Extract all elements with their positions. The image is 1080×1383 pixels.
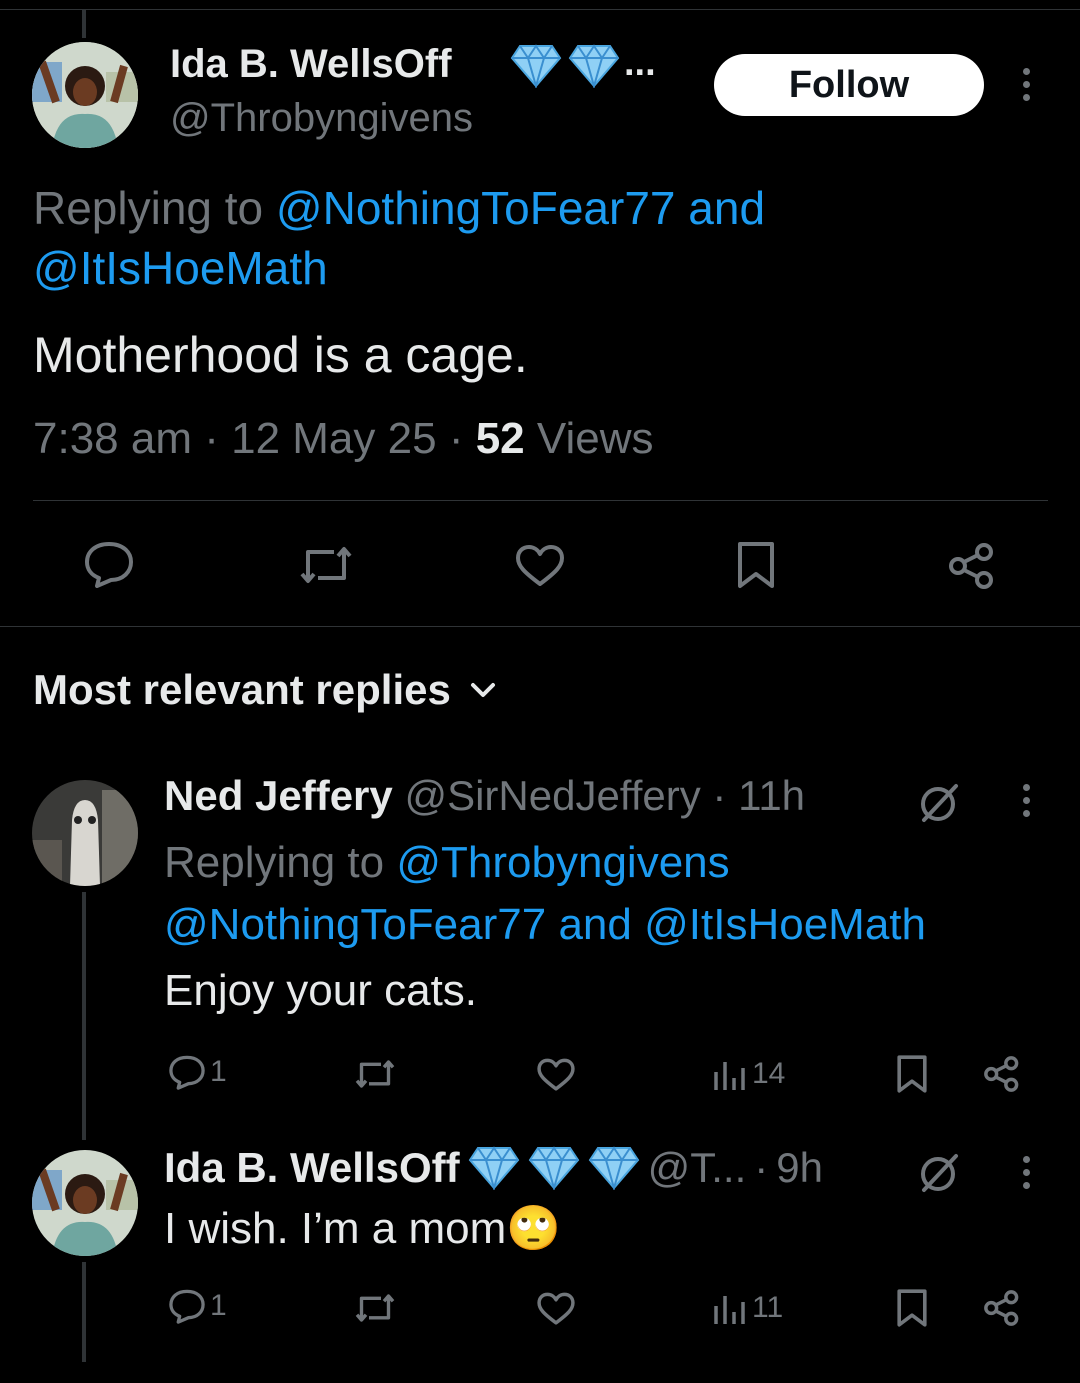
repost-button[interactable] (354, 1058, 396, 1090)
reply-text: Enjoy your cats. (164, 966, 478, 1015)
eye-roll-emoji: 🙄 (506, 1204, 562, 1253)
author-name[interactable]: Ida B. WellsOff (164, 1144, 460, 1192)
like-icon (537, 1292, 575, 1325)
repost-icon (355, 1060, 395, 1088)
replying-prefix: Replying to (33, 182, 264, 234)
avatar-image (32, 780, 138, 886)
like-icon (537, 1058, 575, 1091)
verified-diamond-icon (588, 1146, 639, 1190)
share-icon (984, 1056, 1019, 1092)
repost-icon (355, 1294, 395, 1322)
author-handle[interactable]: @Throbyngivens (170, 96, 473, 141)
section-divider (0, 626, 1080, 627)
share-icon (984, 1290, 1019, 1326)
grok-icon (921, 1154, 958, 1192)
reply-header: Ida B. WellsOff @T... · 9h (164, 1144, 823, 1192)
verified-diamond-icon (528, 1146, 579, 1190)
grok-icon (921, 784, 958, 822)
tweet-text: Motherhood is a cage. (33, 327, 528, 383)
replying-and: and (688, 182, 766, 234)
reply-icon (85, 542, 133, 588)
views-label: Views (536, 414, 654, 463)
grok-button[interactable] (916, 780, 962, 826)
views-button[interactable]: 11 (712, 1290, 783, 1326)
avatar[interactable] (32, 42, 138, 148)
reply-icon (169, 1289, 205, 1324)
replies-sort-label: Most relevant replies (33, 666, 451, 713)
reply-text: I wish. I’m a mom🙄 (164, 1204, 562, 1253)
repost-button[interactable] (298, 544, 354, 586)
more-icon[interactable] (1020, 784, 1032, 817)
replying-to: Replying to @NothingToFear77 and @ItIsHo… (33, 178, 1033, 298)
repost-button[interactable] (354, 1292, 396, 1324)
share-button[interactable] (946, 540, 998, 592)
action-divider (33, 500, 1048, 501)
like-icon (516, 545, 564, 586)
bookmark-icon (897, 1055, 927, 1093)
author-name[interactable]: Ned Jeffery (164, 772, 393, 819)
reply-count: 1 (210, 1289, 227, 1322)
replying-link[interactable]: @ItIsHoeMath (33, 242, 328, 294)
replying-and: and (558, 900, 632, 949)
replying-link[interactable]: @ItIsHoeMath (644, 900, 926, 949)
avatar[interactable] (32, 780, 138, 886)
views-icon (714, 1296, 745, 1324)
reply-icon (169, 1055, 205, 1090)
avatar[interactable] (32, 1150, 138, 1256)
share-button[interactable] (982, 1288, 1022, 1328)
thread-connector (82, 1262, 86, 1362)
replying-link[interactable]: @Throbyngivens (396, 838, 729, 887)
verified-badges (510, 44, 620, 88)
views-button[interactable]: 14 (712, 1056, 785, 1092)
follow-button[interactable]: Follow (714, 54, 984, 116)
author-handle[interactable]: @T... (648, 1144, 747, 1192)
thread-connector (82, 892, 86, 1140)
reply-button[interactable]: 1 (168, 1054, 227, 1090)
views-count: 11 (752, 1291, 784, 1324)
more-icon[interactable] (1020, 68, 1032, 101)
verified-diamond-icon (510, 44, 562, 88)
like-button[interactable] (536, 1058, 576, 1092)
tweet-time[interactable]: 7:38 am (33, 414, 192, 463)
views-icon (714, 1062, 745, 1090)
verified-diamond-icon (468, 1146, 519, 1190)
reply-time[interactable]: 11h (738, 772, 805, 819)
bookmark-button[interactable] (736, 540, 776, 590)
author-handle[interactable]: @SirNedJeffery (404, 772, 700, 819)
share-button[interactable] (982, 1054, 1022, 1094)
replying-link[interactable]: @NothingToFear77 (276, 182, 676, 234)
reply-time[interactable]: 9h (776, 1144, 823, 1192)
tweet-meta: 7:38 am · 12 May 25 · 52 Views (33, 414, 654, 463)
author-name[interactable]: Ida B. WellsOff (170, 40, 452, 88)
replying-link[interactable]: @NothingToFear77 (164, 900, 546, 949)
views-count: 14 (752, 1057, 786, 1090)
replying-prefix: Replying to (164, 838, 385, 887)
top-divider (0, 9, 1080, 10)
share-icon (949, 543, 993, 589)
reply-button[interactable] (83, 540, 135, 588)
avatar-image (32, 1150, 138, 1256)
more-icon[interactable] (1020, 1156, 1032, 1189)
reply-count: 1 (210, 1055, 227, 1088)
bookmark-button[interactable] (896, 1054, 928, 1094)
chevron-down-icon (470, 683, 495, 697)
thread-connector-top (82, 10, 86, 38)
bookmark-icon (897, 1289, 927, 1327)
name-truncation: ... (624, 42, 656, 84)
bookmark-icon (738, 542, 774, 588)
tweet-date[interactable]: 12 May 25 (231, 414, 436, 463)
replying-to: Replying to @Throbyngivens @NothingToFea… (164, 832, 1064, 956)
grok-button[interactable] (916, 1150, 962, 1196)
repost-icon (300, 547, 352, 583)
like-button[interactable] (514, 544, 566, 588)
reply-button[interactable]: 1 (168, 1288, 227, 1324)
avatar-image (32, 42, 138, 148)
like-button[interactable] (536, 1292, 576, 1326)
replies-sort[interactable]: Most relevant replies (33, 666, 497, 714)
verified-diamond-icon (568, 44, 620, 88)
views-count: 52 (475, 414, 525, 463)
reply-header: Ned Jeffery @SirNedJeffery · 11h (164, 772, 806, 819)
bookmark-button[interactable] (896, 1288, 928, 1328)
